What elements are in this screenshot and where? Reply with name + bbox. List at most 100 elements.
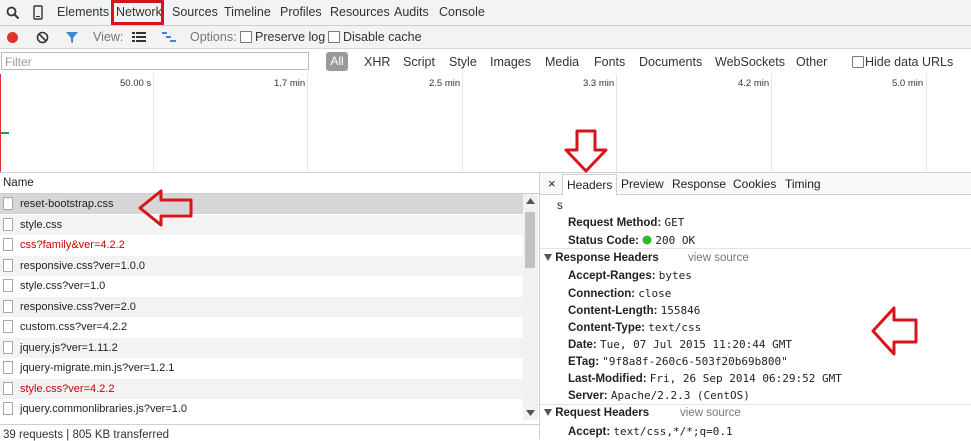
header-key: Content-Type: (568, 322, 646, 334)
clear-icon[interactable] (36, 31, 49, 44)
request-name: style.css (20, 218, 63, 231)
header-value: Tue, 07 Jul 2015 11:20:44 GMT (599, 338, 793, 351)
close-icon[interactable]: × (548, 176, 556, 191)
response-headers-section[interactable]: Response Headers (544, 252, 659, 264)
record-icon[interactable] (6, 31, 19, 44)
hide-data-urls-label[interactable]: Hide data URLs (865, 55, 953, 69)
truncated-line: s (557, 200, 563, 212)
view-source-link[interactable]: view source (680, 407, 741, 419)
file-icon (3, 381, 13, 395)
devtools-tab-bar: Elements Network Sources Timeline Profil… (0, 0, 971, 26)
tab-sources[interactable]: Sources (172, 5, 218, 19)
device-mode-icon[interactable] (33, 5, 43, 21)
request-name: jquery.commonlibraries.js?ver=1.0 (20, 403, 188, 415)
view-source-link[interactable]: view source (688, 252, 749, 264)
preserve-log-checkbox[interactable] (240, 31, 252, 43)
filter-icon[interactable] (65, 31, 79, 44)
request-row[interactable]: style.css?ver=1.0 (0, 276, 524, 296)
tab-profiles[interactable]: Profiles (280, 5, 322, 19)
scroll-up-icon[interactable] (526, 198, 535, 204)
timeline-tick-label: 2.5 min (429, 78, 461, 89)
section-divider (540, 404, 971, 405)
filter-type-all[interactable]: All (326, 52, 348, 71)
tab-headers[interactable]: Headers (562, 174, 618, 196)
request-row[interactable]: custom.css?ver=4.2.2 (0, 317, 524, 337)
header-value: bytes (658, 269, 692, 282)
tab-console[interactable]: Console (439, 5, 485, 19)
tab-timing[interactable]: Timing (785, 177, 821, 191)
request-row[interactable]: jquery-migrate.min.js?ver=1.2.1 (0, 358, 524, 378)
filter-type-images[interactable]: Images (490, 55, 531, 69)
tab-resources[interactable]: Resources (330, 5, 390, 19)
vertical-scrollbar[interactable] (523, 194, 538, 420)
file-icon (3, 238, 13, 251)
file-icon (3, 340, 13, 354)
overview-waterfall-icon[interactable] (162, 31, 176, 43)
tab-timeline[interactable]: Timeline (224, 5, 271, 19)
request-row[interactable]: css?family&ver=4.2.2 (0, 235, 524, 255)
request-row[interactable]: reset-bootstrap.css (0, 194, 524, 214)
request-row[interactable]: responsive.css?ver=1.0.0 (0, 255, 524, 276)
request-name: responsive.css?ver=1.0.0 (20, 259, 146, 272)
disable-cache-checkbox[interactable] (328, 31, 340, 43)
request-name: custom.css?ver=4.2.2 (20, 321, 128, 333)
header-value: 200 OK (655, 234, 696, 247)
filter-type-documents[interactable]: Documents (639, 55, 702, 69)
request-headers-section[interactable]: Request Headers (544, 407, 649, 419)
header-line: Date: Tue, 07 Jul 2015 11:20:44 GMT (568, 338, 792, 351)
column-header-name[interactable]: Name (0, 173, 540, 194)
scroll-down-icon[interactable] (526, 410, 535, 416)
request-row[interactable]: jquery.js?ver=1.11.2 (0, 337, 524, 358)
hide-data-urls-checkbox[interactable] (852, 56, 864, 68)
header-line: Content-Type: text/css (568, 321, 701, 334)
request-row[interactable]: style.css (0, 214, 524, 235)
tab-elements[interactable]: Elements (57, 5, 109, 19)
search-icon[interactable] (6, 6, 20, 20)
disable-cache-label[interactable]: Disable cache (343, 30, 422, 44)
header-key: Accept-Ranges: (568, 270, 656, 282)
timeline-tick-label: 4.2 min (738, 78, 770, 89)
request-row[interactable]: style.css?ver=4.2.2 (0, 378, 524, 399)
request-bar (1, 132, 9, 134)
filter-type-fonts[interactable]: Fonts (594, 55, 625, 69)
scrollbar-thumb[interactable] (525, 212, 535, 268)
filter-type-xhr[interactable]: XHR (364, 55, 390, 69)
request-name: style.css?ver=4.2.2 (20, 382, 115, 395)
timeline-tick-label: 1.7 min (274, 78, 306, 89)
filter-type-style[interactable]: Style (449, 55, 477, 69)
filter-type-websockets[interactable]: WebSockets (715, 55, 785, 69)
view-label: View: (93, 30, 124, 44)
filter-input[interactable]: Filter (1, 52, 309, 70)
grid-line (153, 74, 154, 172)
file-icon (3, 320, 13, 333)
filter-type-script[interactable]: Script (403, 55, 435, 69)
tab-response[interactable]: Response (672, 177, 726, 191)
filter-type-other[interactable]: Other (796, 55, 827, 69)
disclosure-triangle-icon[interactable] (544, 254, 552, 261)
header-value: Apache/2.2.3 (CentOS) (610, 389, 750, 402)
timeline-overview[interactable]: 50.00 s 1.7 min 2.5 min 3.3 min 4.2 min … (0, 74, 971, 173)
request-row[interactable]: responsive.css?ver=2.0 (0, 296, 524, 317)
request-row[interactable]: jquery.commonlibraries.js?ver=1.0 (0, 399, 524, 419)
header-line: Server: Apache/2.2.3 (CentOS) (568, 389, 750, 402)
annotation-arrow-left (871, 306, 918, 356)
response-headers-title: Response Headers (555, 252, 659, 264)
header-key: Server: (568, 390, 608, 402)
status-green-dot-icon (642, 235, 652, 245)
options-label: Options: (190, 30, 237, 44)
section-divider (540, 248, 971, 249)
filter-type-media[interactable]: Media (545, 55, 579, 69)
preserve-log-label[interactable]: Preserve log (255, 30, 325, 44)
tab-preview[interactable]: Preview (621, 177, 664, 191)
tab-audits[interactable]: Audits (394, 5, 429, 19)
header-value: 155846 (660, 304, 701, 317)
tab-cookies[interactable]: Cookies (733, 177, 776, 191)
header-line: Last-Modified: Fri, 26 Sep 2014 06:29:52… (568, 372, 842, 385)
annotation-arrow-left (138, 189, 193, 227)
header-key: Connection: (568, 288, 636, 300)
file-icon (3, 217, 13, 231)
header-value: text/css (648, 321, 702, 334)
large-rows-icon[interactable] (132, 31, 146, 43)
disclosure-triangle-icon[interactable] (544, 409, 552, 416)
header-line: Content-Length: 155846 (568, 304, 700, 317)
